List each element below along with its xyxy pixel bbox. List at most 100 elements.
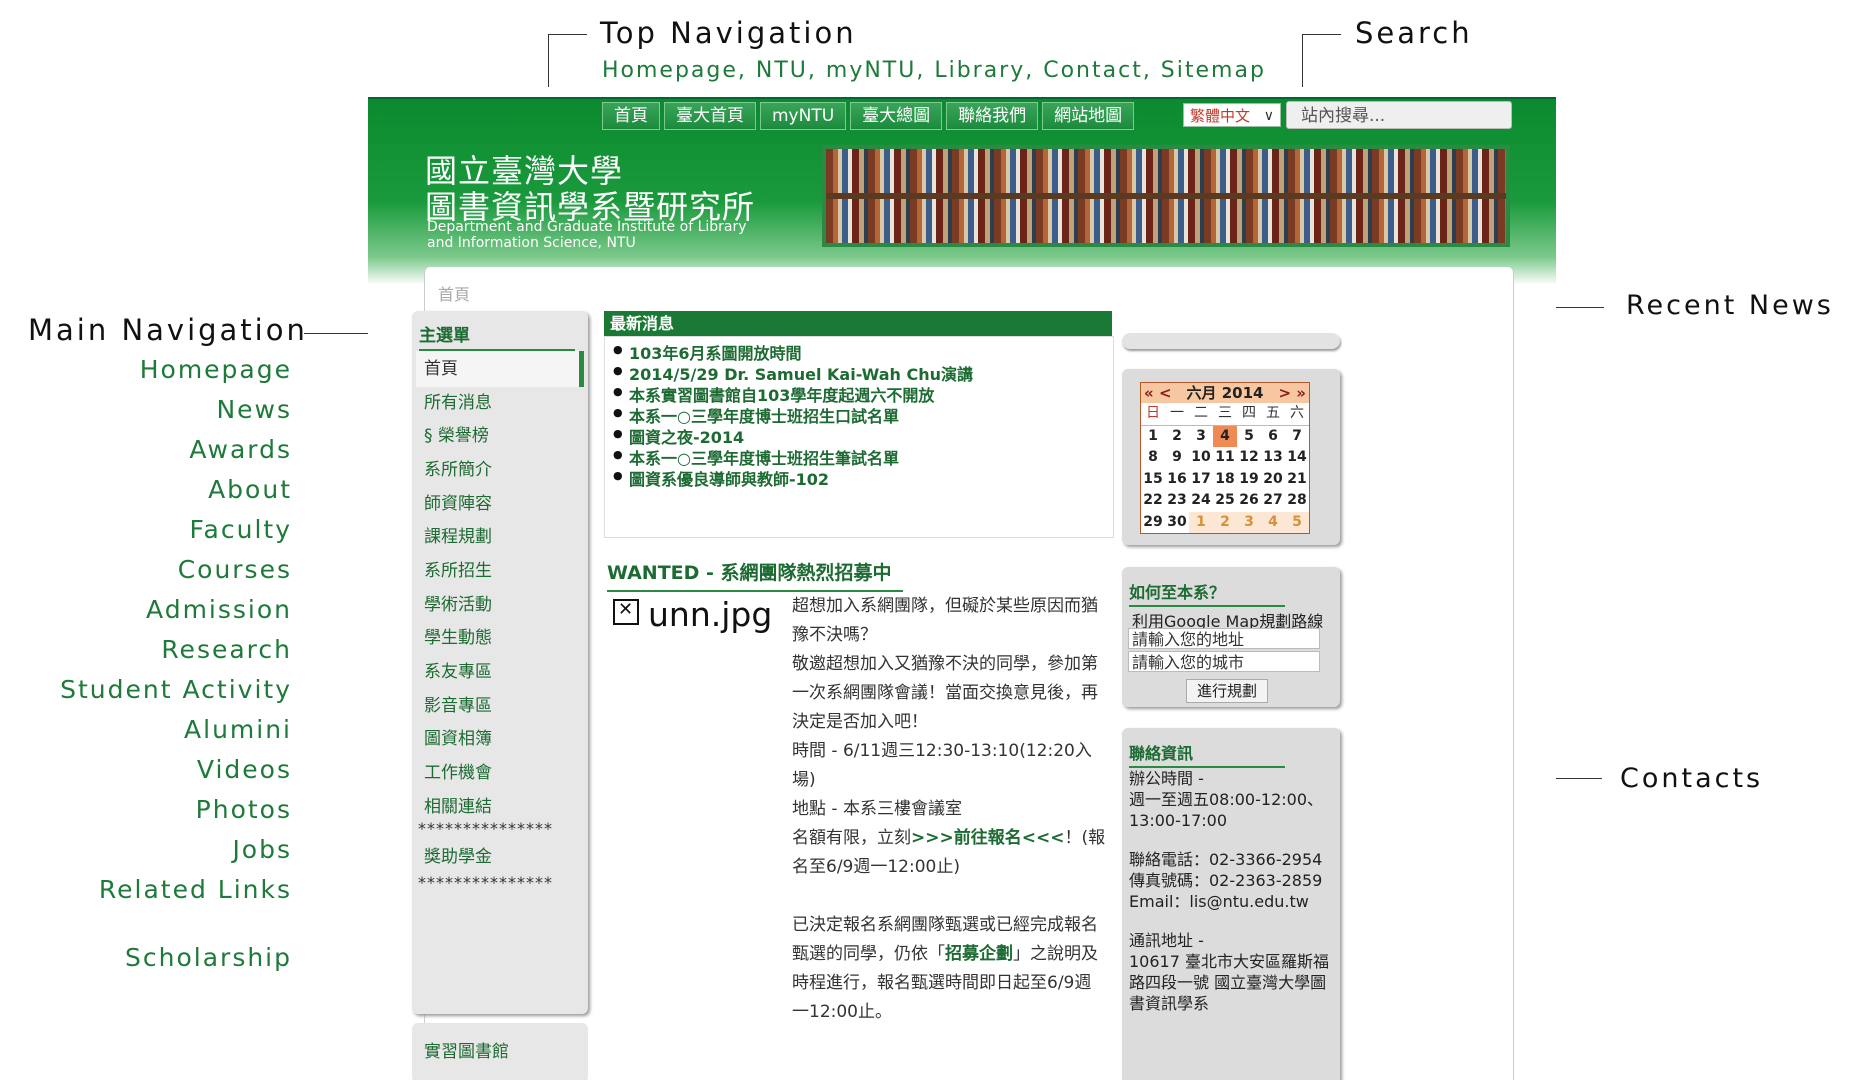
calendar-day-next-month[interactable]: 4	[1261, 511, 1285, 533]
main-navigation-label: Main Navigation	[28, 313, 308, 347]
calendar-day[interactable]: 1	[1141, 426, 1165, 448]
menu-item-alumni[interactable]: 系友專區	[416, 654, 584, 690]
calendar-day-next-month[interactable]: 5	[1285, 511, 1309, 533]
news-header: 最新消息	[604, 311, 1112, 336]
recruit-plan-link[interactable]: 招募企劃	[945, 944, 1013, 964]
calendar-day[interactable]: 2	[1165, 426, 1189, 448]
topnav-sitemap[interactable]: 網站地圖	[1042, 102, 1135, 130]
news-list: 103年6月系圖開放時間 2014/5/29 Dr. Samuel Kai-Wa…	[604, 336, 1114, 538]
contact-email[interactable]: Email：lis@ntu.edu.tw	[1129, 891, 1335, 912]
calendar-day-next-month[interactable]: 2	[1213, 511, 1237, 533]
topnav-ntu[interactable]: 臺大首頁	[664, 102, 756, 130]
main-menu-title: 主選單	[419, 321, 575, 351]
menu-item-faculty[interactable]: 師資陣容	[416, 486, 584, 522]
register-link[interactable]: >>>前往報名<<<	[911, 828, 1064, 848]
topnav-home[interactable]: 首頁	[602, 102, 660, 130]
article-paragraph: 名額有限，立刻>>>前往報名<<<！(報名至6/9週一12:00止)	[792, 824, 1108, 882]
breadcrumb[interactable]: 首頁	[438, 281, 470, 305]
calendar-day-next-month[interactable]: 1	[1189, 511, 1213, 533]
bookshelf-banner-image	[822, 145, 1510, 247]
calendar-day[interactable]: 5	[1237, 426, 1261, 448]
calendar-day[interactable]: 18	[1213, 469, 1237, 491]
library-link[interactable]: 實習圖書館	[424, 1037, 509, 1062]
article-paragraph: 時間 - 6/11週三12:30-13:10(12:20入場)	[792, 741, 1092, 790]
calendar-day[interactable]: 7	[1285, 426, 1309, 448]
topnav-contact[interactable]: 聯絡我們	[946, 102, 1039, 130]
calendar-day[interactable]: 11	[1213, 447, 1237, 469]
news-item[interactable]: 圖資系優良導師與教師-102	[613, 466, 829, 490]
menu-item-news[interactable]: 所有消息	[416, 385, 584, 421]
calendar-day[interactable]: 28	[1285, 490, 1309, 512]
menu-item-research[interactable]: 學術活動	[416, 587, 584, 623]
weekday-label: 六	[1285, 403, 1309, 426]
calendar-day[interactable]: 9	[1165, 447, 1189, 469]
calendar-day[interactable]: 30	[1165, 512, 1189, 534]
menu-item-videos[interactable]: 影音專區	[416, 688, 584, 724]
calendar-day[interactable]: 21	[1285, 469, 1309, 491]
address-input[interactable]: 請輸入您的地址	[1128, 628, 1320, 649]
prev-year-button[interactable]: «	[1144, 384, 1154, 402]
topnav-library[interactable]: 臺大總圖	[850, 102, 943, 130]
site-header: 首頁 臺大首頁 myNTU 臺大總圖 聯絡我們 網站地圖 繁體中文 ∨ 站內搜尋…	[368, 97, 1556, 285]
directions-panel: 如何至本系？ 利用Google Map規劃路線 請輸入您的地址 請輸入您的城市 …	[1122, 567, 1340, 707]
logo-subtitle: Department and Graduate Institute of Lib…	[427, 219, 747, 251]
menu-item-scholarship[interactable]: 獎助學金	[416, 839, 584, 875]
calendar-day[interactable]: 29	[1141, 512, 1165, 534]
calendar-day[interactable]: 14	[1285, 447, 1309, 469]
menu-item-awards[interactable]: § 榮譽榜	[416, 418, 584, 454]
prev-month-button[interactable]: <	[1159, 384, 1172, 402]
contacts-label: Contacts	[1620, 763, 1764, 794]
mainnav-label: Photos	[195, 795, 292, 824]
weekday-label: 日	[1141, 403, 1165, 426]
next-year-button[interactable]: »	[1296, 384, 1306, 402]
calendar-day[interactable]: 6	[1261, 426, 1285, 448]
menu-item-student-activity[interactable]: 學生動態	[416, 620, 584, 656]
calendar-day[interactable]: 3	[1189, 426, 1213, 448]
search-input[interactable]: 站內搜尋...	[1286, 101, 1512, 129]
calendar-day[interactable]: 12	[1237, 447, 1261, 469]
website: 首頁 臺大首頁 myNTU 臺大總圖 聯絡我們 網站地圖 繁體中文 ∨ 站內搜尋…	[368, 97, 1556, 1080]
weekday-label: 三	[1213, 403, 1237, 426]
article-text: 名額有限，立刻	[792, 828, 911, 848]
language-select[interactable]: 繁體中文 ∨	[1183, 103, 1281, 127]
plan-route-button[interactable]: 進行規劃	[1186, 679, 1268, 703]
article-body: 超想加入系網團隊，但礙於某些原因而猶豫不決嗎？ 敬邀超想加入又猶豫不決的同學，參…	[792, 592, 1108, 1027]
contact-body: 辦公時間 - 週一至週五08:00-12:00、13:00-17:00 聯絡電話…	[1129, 768, 1335, 1014]
mainnav-label: Homepage	[139, 355, 292, 384]
office-hours: 週一至週五08:00-12:00、13:00-17:00	[1129, 790, 1323, 830]
city-input[interactable]: 請輸入您的城市	[1128, 651, 1320, 672]
calendar-day[interactable]: 22	[1141, 490, 1165, 512]
search-label: Search	[1355, 16, 1473, 50]
calendar-day[interactable]: 23	[1165, 490, 1189, 512]
menu-item-admission[interactable]: 系所招生	[416, 553, 584, 589]
calendar-day[interactable]: 19	[1237, 469, 1261, 491]
right-top-bar	[1122, 333, 1340, 349]
calendar-day[interactable]: 17	[1189, 469, 1213, 491]
menu-item-photos[interactable]: 圖資相簿	[416, 721, 584, 757]
calendar-day-next-month[interactable]: 3	[1237, 511, 1261, 533]
calendar-day[interactable]: 26	[1237, 490, 1261, 512]
next-month-button[interactable]: >	[1278, 384, 1291, 402]
menu-item-home[interactable]: 首頁	[416, 351, 584, 387]
calendar-day-today[interactable]: 4	[1213, 425, 1237, 447]
calendar-day[interactable]: 10	[1189, 447, 1213, 469]
calendar-day[interactable]: 27	[1261, 490, 1285, 512]
calendar-day[interactable]: 24	[1189, 490, 1213, 512]
top-navigation: 首頁 臺大首頁 myNTU 臺大總圖 聯絡我們 網站地圖	[602, 102, 1138, 130]
calendar-day[interactable]: 13	[1261, 447, 1285, 469]
menu-item-jobs[interactable]: 工作機會	[416, 755, 584, 791]
address-label: 通訊地址 -	[1129, 931, 1204, 950]
calendar-day[interactable]: 8	[1141, 447, 1165, 469]
article-title: WANTED - 系網團隊熱烈招募中	[607, 558, 903, 592]
calendar-day[interactable]: 15	[1141, 469, 1165, 491]
calendar-day[interactable]: 25	[1213, 490, 1237, 512]
calendar-day[interactable]: 20	[1261, 469, 1285, 491]
office-hours-label: 辦公時間 -	[1129, 769, 1204, 788]
calendar-day[interactable]: 16	[1165, 469, 1189, 491]
menu-item-courses[interactable]: 課程規劃	[416, 519, 584, 555]
main-menu-panel: 主選單 首頁 所有消息 § 榮譽榜 系所簡介 師資陣容 課程規劃 系所招生 學術…	[412, 311, 588, 1014]
menu-item-about[interactable]: 系所簡介	[416, 452, 584, 488]
topnav-myntu[interactable]: myNTU	[760, 102, 847, 130]
article-paragraph: 已決定報名系網團隊甄選或已經完成報名甄選的同學，仍依「招募企劃」之說明及時程進行…	[792, 911, 1108, 1027]
mainnav-label: Faculty	[189, 515, 292, 544]
